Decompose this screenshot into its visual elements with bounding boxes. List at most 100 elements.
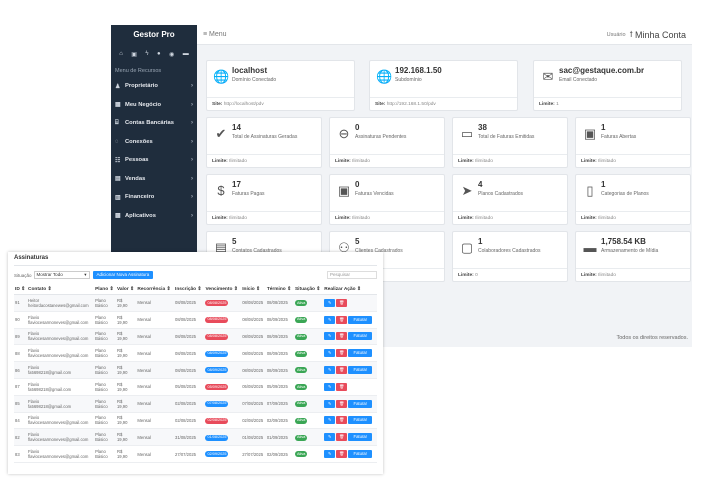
table-header-row: ID ⇕ Contato ⇕ Plano ⇕ Valor ⇕ Recorrência ⇕… xyxy=(14,285,377,295)
bolt-icon[interactable]: ϟ xyxy=(145,51,148,58)
due-date-badge: 08/08/2025 xyxy=(205,316,229,323)
edit-button[interactable]: ✎ xyxy=(324,382,336,391)
cell-recurrence: Mensal xyxy=(136,428,175,447)
delete-button[interactable]: 🗑 xyxy=(336,382,348,391)
home-icon[interactable]: ⌂ xyxy=(119,51,123,58)
stat-limit-label: Limite: xyxy=(581,216,597,221)
cell-due: 02/08/2025 xyxy=(204,412,242,430)
cell-recurrence-text: Mensal xyxy=(137,401,151,407)
stat-limit-label: Limite: xyxy=(458,216,474,221)
stat-limit: Limite: Ilimitado xyxy=(576,268,690,281)
cell-recurrence: Mensal xyxy=(136,344,175,363)
cell-end: 08/09/2025 xyxy=(265,344,294,363)
column-header[interactable]: Situação ⇕ xyxy=(293,285,324,295)
column-header[interactable]: Valor ⇕ xyxy=(115,285,137,295)
edit-button[interactable]: ✎ xyxy=(324,450,336,459)
stat-label: Total de Assinaturas Geradas xyxy=(232,134,298,140)
sidebar-item[interactable]: ♟ Proprietário › xyxy=(111,77,197,96)
status-filter-value: Mostrar Todo xyxy=(36,272,63,277)
cell-contact-text: Flavio fa5698218@gmail.com xyxy=(28,365,72,376)
invoice-button[interactable]: Faturar xyxy=(348,416,373,425)
account-link[interactable]: Minha Conta xyxy=(635,30,686,40)
delete-button[interactable]: 🗑 xyxy=(336,298,348,307)
table-row: 83 Flavio flaviocesarmoneves@gmail.com Pla… xyxy=(14,445,377,463)
invoice-button[interactable]: Faturar xyxy=(348,349,373,358)
cell-id-text: 86 xyxy=(15,367,20,373)
column-header[interactable]: Término ⇕ xyxy=(265,285,294,295)
invoice-button[interactable]: Faturar xyxy=(348,450,373,459)
column-header[interactable]: Plano ⇕ xyxy=(94,285,116,295)
delete-button[interactable]: 🗑 xyxy=(336,366,348,375)
sidebar-item[interactable]: ▦ Meu Negócio › xyxy=(111,96,197,115)
invoice-button[interactable]: Faturar xyxy=(348,433,373,442)
column-header[interactable]: Recorrência ⇕ xyxy=(136,285,175,295)
cell-plan-text: Plano Básico xyxy=(95,365,108,376)
sidebar-item[interactable]: ◌ Conexões › xyxy=(111,133,197,152)
whatsapp-icon: ◌ xyxy=(115,138,119,145)
column-header[interactable]: Vencimento ⇕ xyxy=(204,285,242,295)
user-icon[interactable]: ● xyxy=(157,51,161,58)
chevron-right-icon: › xyxy=(191,83,193,90)
edit-button[interactable]: ✎ xyxy=(324,349,336,358)
stat-value: 5 xyxy=(232,237,237,246)
cell-start-text: 08/08/2025 xyxy=(242,367,264,373)
box-icon[interactable]: ▣ xyxy=(131,51,137,58)
cell-recurrence-text: Mensal xyxy=(137,417,151,423)
cell-status: Ativa xyxy=(293,395,324,413)
menu-toggle-button[interactable]: ≡ Menu xyxy=(203,31,227,38)
cell-end: 08/09/2025 xyxy=(265,361,294,379)
column-header[interactable]: Inscrição ⇕ xyxy=(174,285,205,295)
cell-end: 02/09/2025 xyxy=(265,445,294,463)
edit-button[interactable]: ✎ xyxy=(324,399,336,408)
cell-contact: Heitor heitordacostanewes@gmail.com xyxy=(27,294,95,312)
sidebar-item[interactable]: ▤ Vendas › xyxy=(111,170,197,189)
delete-button[interactable]: 🗑 xyxy=(336,349,348,358)
edit-button[interactable]: ✎ xyxy=(324,366,336,375)
cell-recurrence-text: Mensal xyxy=(137,300,151,306)
status-badge: Ativa xyxy=(294,333,308,340)
delete-button[interactable]: 🗑 xyxy=(336,332,348,341)
cell-signup-text: 05/08/2025 xyxy=(175,384,196,390)
invoice-button[interactable]: Faturar xyxy=(348,332,373,341)
status-filter-select[interactable]: Mostrar Todo ▾ xyxy=(33,271,90,279)
cell-id: 91 xyxy=(14,294,28,312)
delete-button[interactable]: 🗑 xyxy=(336,315,348,324)
cell-end: 08/09/2025 xyxy=(265,311,294,329)
cell-recurrence: Mensal xyxy=(136,328,175,346)
column-header[interactable]: Início ⇕ xyxy=(241,285,266,295)
stat-value: 0 xyxy=(355,123,360,132)
invoice-button[interactable]: Faturar xyxy=(348,366,373,375)
column-header[interactable]: Contato ⇕ xyxy=(27,285,95,295)
add-subscription-button[interactable]: Adicionar Nova Assinatura xyxy=(92,271,154,279)
edit-button[interactable]: ✎ xyxy=(324,433,336,442)
account-icon[interactable]: ꝉ xyxy=(630,30,633,39)
delete-button[interactable]: 🗑 xyxy=(336,450,348,459)
search-input[interactable]: Pesquisar xyxy=(327,271,377,279)
delete-button[interactable]: 🗑 xyxy=(336,399,348,408)
cell-signup-text: 31/08/2025 xyxy=(175,434,196,440)
delete-button[interactable]: 🗑 xyxy=(336,433,348,442)
edit-button[interactable]: ✎ xyxy=(324,332,336,341)
cell-plan: Plano Básico xyxy=(94,328,116,346)
invoice-button[interactable]: Faturar xyxy=(348,399,373,408)
edit-button[interactable]: ✎ xyxy=(324,315,336,324)
chat-icon[interactable]: ▬ xyxy=(183,51,189,58)
cell-start: 05/08/2025 xyxy=(241,378,266,396)
sidebar-item-label: Vendas xyxy=(125,175,146,182)
cell-plan-text: Plano Básico xyxy=(95,415,108,426)
sidebar-item[interactable]: ▩ Aplicativos › xyxy=(111,207,197,226)
column-header[interactable]: ID ⇕ xyxy=(14,285,28,295)
invoice-button[interactable]: Faturar xyxy=(348,315,373,324)
sidebar-item[interactable]: ☷ Pessoas › xyxy=(111,151,197,170)
column-header[interactable]: Realizar Ação ⇕ xyxy=(323,285,377,295)
sidebar-item[interactable]: ▥ Financeiro › xyxy=(111,188,197,207)
edit-button[interactable]: ✎ xyxy=(324,298,336,307)
delete-button[interactable]: 🗑 xyxy=(336,416,348,425)
table-row: 90 Flavio flaviocesarmoneves@gmail.com Pla… xyxy=(14,311,377,329)
cell-recurrence: Mensal xyxy=(136,361,175,379)
edit-button[interactable]: ✎ xyxy=(324,416,336,425)
cell-start: 08/08/2025 xyxy=(241,311,266,329)
pin-icon[interactable]: ◉ xyxy=(169,51,174,58)
cell-value: R$ 19,90 xyxy=(115,445,137,463)
sidebar-item[interactable]: ⌸ Contas Bancárias › xyxy=(111,114,197,133)
